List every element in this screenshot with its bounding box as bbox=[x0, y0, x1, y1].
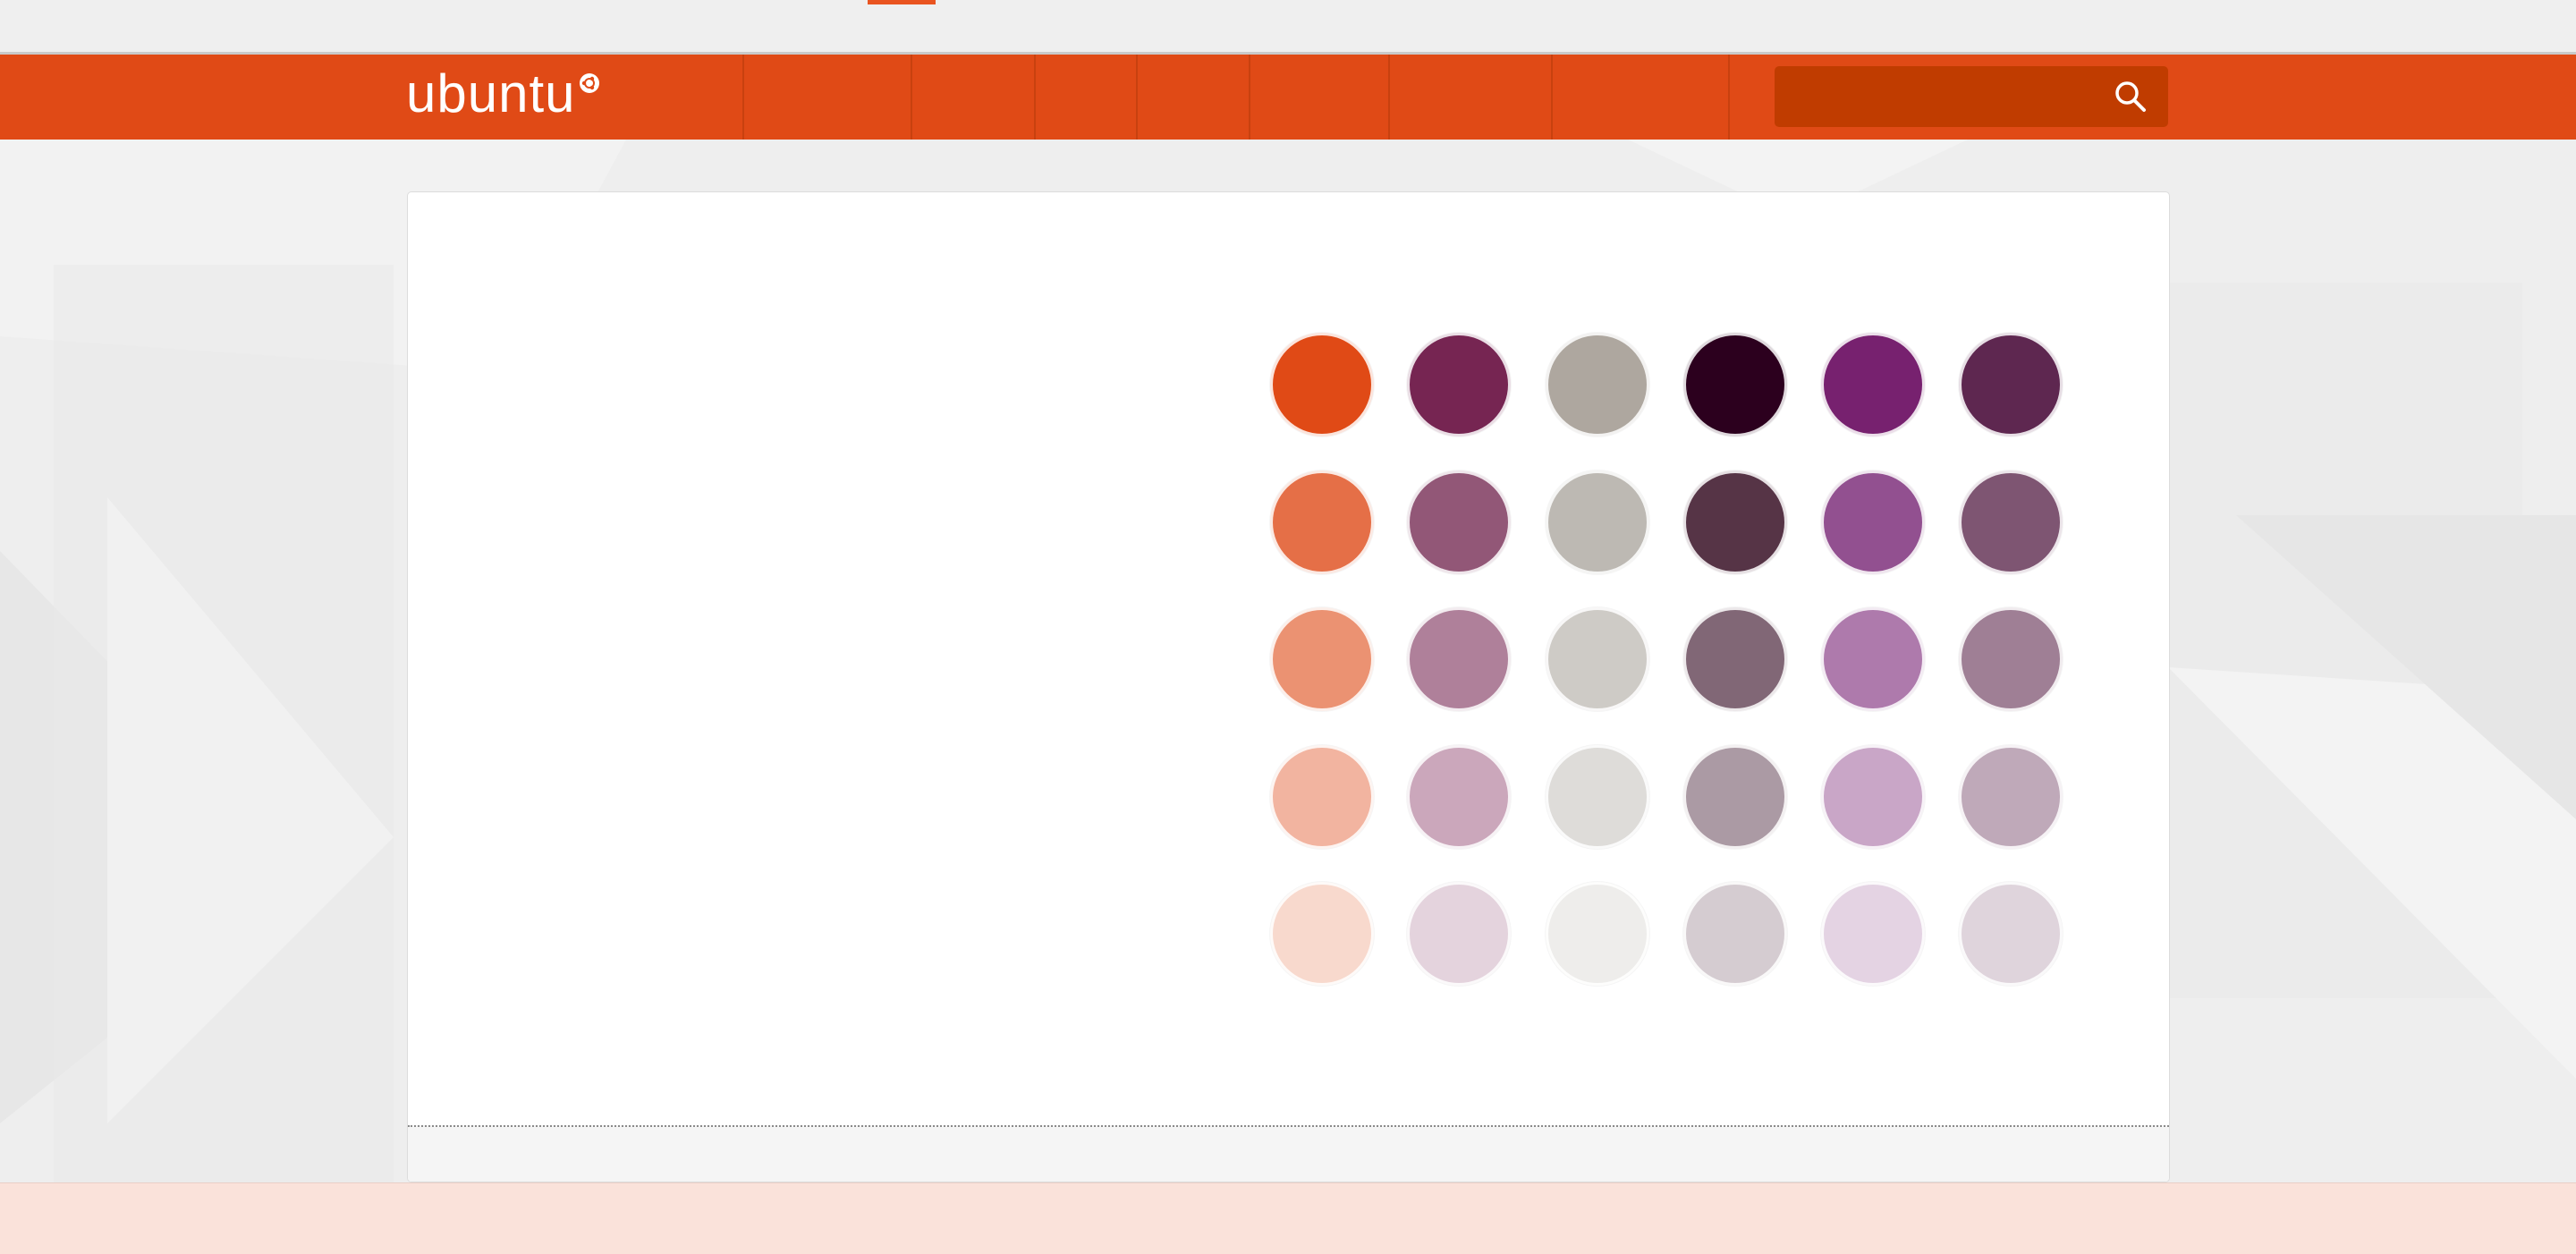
cookie-notice-bar bbox=[0, 1182, 2576, 1254]
color-swatch bbox=[1270, 333, 1374, 436]
color-swatch bbox=[1821, 745, 1925, 849]
color-swatch bbox=[1546, 745, 1649, 849]
color-swatch bbox=[1546, 882, 1649, 986]
color-swatch bbox=[1959, 607, 2063, 711]
color-swatch bbox=[1546, 470, 1649, 574]
color-swatch bbox=[1407, 607, 1511, 711]
color-swatch bbox=[1270, 607, 1374, 711]
main-navigation-bar: ubuntu bbox=[0, 55, 2576, 140]
nav-separator bbox=[742, 55, 744, 140]
top-utility-bar bbox=[0, 0, 2576, 54]
color-swatch bbox=[1407, 333, 1511, 436]
color-swatch bbox=[1959, 745, 2063, 849]
color-swatch bbox=[1683, 607, 1787, 711]
color-swatch bbox=[1821, 333, 1925, 436]
color-swatch bbox=[1270, 745, 1374, 849]
color-swatch bbox=[1546, 333, 1649, 436]
color-swatch bbox=[1959, 882, 2063, 986]
logo-text: ubuntu bbox=[406, 64, 576, 123]
nav-separator bbox=[1728, 55, 1730, 140]
nav-item-3[interactable] bbox=[1036, 55, 1136, 140]
color-swatch bbox=[1683, 882, 1787, 986]
color-swatch bbox=[1821, 882, 1925, 986]
color-swatch bbox=[1546, 607, 1649, 711]
color-swatch bbox=[1959, 333, 2063, 436]
nav-separator bbox=[911, 55, 912, 140]
color-swatch bbox=[1959, 470, 2063, 574]
color-swatch bbox=[1407, 470, 1511, 574]
color-swatch bbox=[1407, 745, 1511, 849]
color-swatch bbox=[1821, 607, 1925, 711]
color-swatch bbox=[1683, 745, 1787, 849]
nav-item-4[interactable] bbox=[1138, 55, 1249, 140]
nav-separator bbox=[1388, 55, 1390, 140]
card-footer bbox=[408, 1125, 2169, 1182]
nav-separator bbox=[1249, 55, 1250, 140]
nav-separator bbox=[1551, 55, 1553, 140]
nav-item-2[interactable] bbox=[912, 55, 1034, 140]
search-icon[interactable] bbox=[2113, 79, 2148, 114]
nav-separator bbox=[1136, 55, 1138, 140]
nav-item-1[interactable] bbox=[744, 55, 911, 140]
color-swatch bbox=[1683, 470, 1787, 574]
color-swatch bbox=[1270, 470, 1374, 574]
circle-of-friends-icon bbox=[579, 73, 599, 93]
nav-separator bbox=[1034, 55, 1036, 140]
nav-item-5[interactable] bbox=[1250, 55, 1388, 140]
color-swatch bbox=[1821, 470, 1925, 574]
nav-item-6[interactable] bbox=[1390, 55, 1551, 140]
color-swatch bbox=[1683, 333, 1787, 436]
color-swatch bbox=[1407, 882, 1511, 986]
search-input[interactable] bbox=[1775, 66, 2168, 127]
active-tab-indicator bbox=[868, 0, 936, 4]
nav-item-7[interactable] bbox=[1553, 55, 1728, 140]
color-swatch bbox=[1270, 882, 1374, 986]
ubuntu-logo[interactable]: ubuntu bbox=[406, 67, 600, 121]
